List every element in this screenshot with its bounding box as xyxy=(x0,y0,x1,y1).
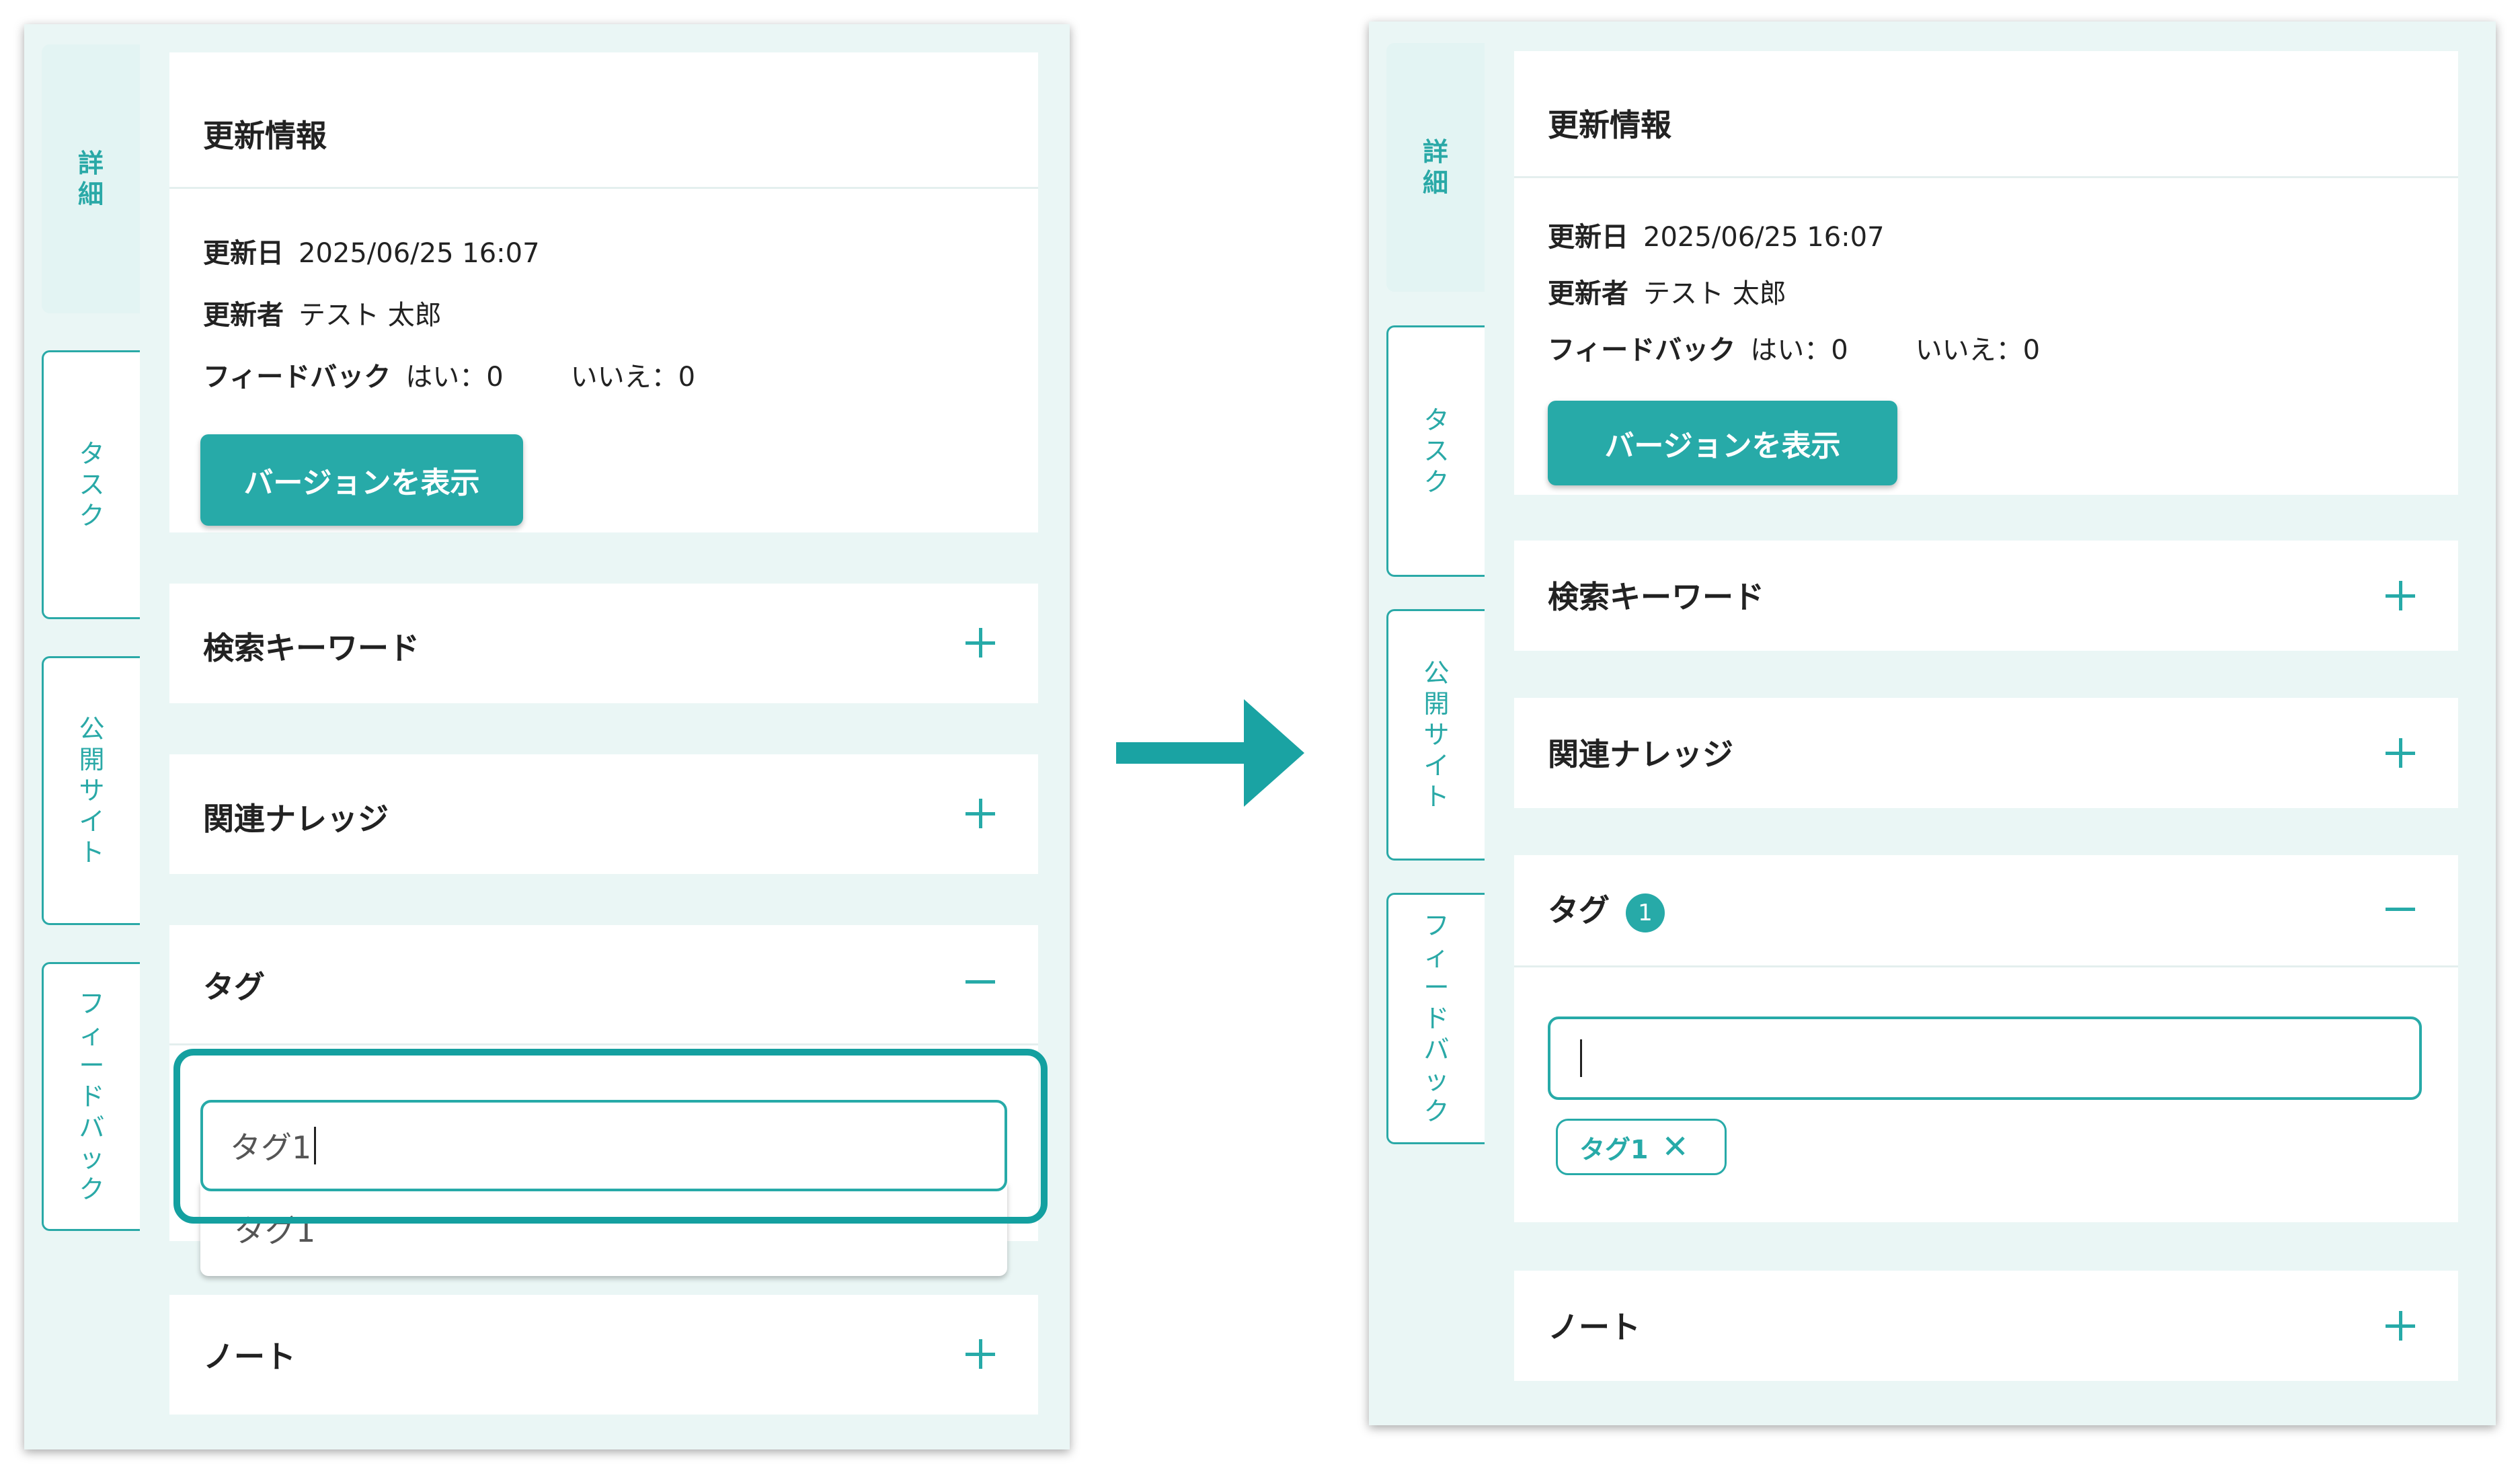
update-date-row: 更新日 2025/06/25 16:07 xyxy=(203,231,540,270)
close-icon[interactable]: ✕ xyxy=(1661,1128,1688,1166)
tags-section: タグ 1 タグ1 ✕ xyxy=(1514,855,2458,1222)
tab-public-site-label: 公 開 サ イ ト xyxy=(1423,658,1450,811)
update-author-label: 更新者 xyxy=(203,300,284,331)
feedback-row: フィードバック はい：0 いいえ：0 xyxy=(1548,328,2040,367)
tab-feedback[interactable]: フ ィ ー ド バ ッ ク xyxy=(1386,893,1485,1144)
keywords-label: 検索キーワード xyxy=(1548,579,1764,615)
tag-count-badge: 1 xyxy=(1626,893,1665,932)
update-author-row: 更新者 テスト 太郎 xyxy=(203,293,442,332)
tags-label: タグ xyxy=(203,969,265,1005)
minus-icon[interactable] xyxy=(2386,894,2415,924)
update-author-value: テスト 太郎 xyxy=(299,300,442,331)
related-label: 関連ナレッジ xyxy=(203,801,389,837)
plus-icon[interactable] xyxy=(966,1339,995,1369)
tab-detail[interactable]: 詳 細 xyxy=(1386,43,1485,292)
tab-public-site[interactable]: 公 開 サ イ ト xyxy=(1386,609,1485,861)
tab-feedback[interactable]: フ ィ ー ド バ ッ ク xyxy=(42,962,140,1231)
arrow-right-icon xyxy=(1116,699,1304,807)
update-author-row: 更新者 テスト 太郎 xyxy=(1548,272,1786,311)
tab-task[interactable]: タ ス ク xyxy=(42,350,140,619)
feedback-row: フィードバック はい：0 いいえ：0 xyxy=(203,355,695,394)
plus-icon[interactable] xyxy=(2386,1311,2415,1341)
divider xyxy=(1514,965,2458,967)
tab-feedback-label: フ ィ ー ド バ ッ ク xyxy=(79,989,105,1204)
update-date-label: 更新日 xyxy=(203,238,284,269)
tab-detail-label: 詳 細 xyxy=(77,149,104,209)
tab-public-site-label: 公 開 サ イ ト xyxy=(79,714,105,867)
update-info-title: 更新情報 xyxy=(203,118,327,154)
tag-input[interactable] xyxy=(1548,1017,2422,1100)
keywords-section[interactable]: 検索キーワード xyxy=(1514,541,2458,651)
tag-input[interactable]: タグ1 xyxy=(200,1100,1007,1191)
tag-chip-label: タグ1 xyxy=(1579,1134,1649,1164)
related-label: 関連ナレッジ xyxy=(1548,736,1733,772)
update-date-value: 2025/06/25 16:07 xyxy=(1643,222,1885,253)
update-info-card: 更新情報 更新日 2025/06/25 16:07 更新者 テスト 太郎 フィードバ… xyxy=(169,52,1038,532)
update-info-card: 更新情報 更新日 2025/06/25 16:07 更新者 テスト 太郎 フィードバ… xyxy=(1514,51,2458,495)
tab-detail-label: 詳 細 xyxy=(1422,137,1448,198)
update-date-value: 2025/06/25 16:07 xyxy=(299,238,540,269)
divider xyxy=(169,187,1038,189)
panel-before: 詳 細 タ ス ク 公 開 サ イ ト フ ィ ー ド バ ッ ク 更新情報 更… xyxy=(24,24,1070,1449)
tab-feedback-label: フ ィ ー ド バ ッ ク xyxy=(1423,911,1450,1126)
note-section[interactable]: ノート xyxy=(1514,1271,2458,1381)
tag-input-value: タグ1 xyxy=(230,1129,312,1166)
keywords-section[interactable]: 検索キーワード xyxy=(169,584,1038,703)
tab-task-label: タ ス ク xyxy=(1423,405,1450,497)
feedback-label: フィードバック xyxy=(203,362,391,393)
plus-icon[interactable] xyxy=(966,628,995,658)
update-date-row: 更新日 2025/06/25 16:07 xyxy=(1548,215,1885,254)
show-version-button[interactable]: バージョンを表示 xyxy=(1548,401,1897,485)
feedback-yes: はい：0 xyxy=(1750,335,1848,366)
keywords-label: 検索キーワード xyxy=(203,630,420,666)
plus-icon[interactable] xyxy=(2386,738,2415,768)
panel-after: 詳 細 タ ス ク 公 開 サ イ ト フ ィ ー ド バ ッ ク 更新情報 更… xyxy=(1369,22,2496,1425)
tags-label: タグ 1 xyxy=(1548,886,1665,932)
related-section[interactable]: 関連ナレッジ xyxy=(169,754,1038,874)
feedback-label: フィードバック xyxy=(1548,335,1736,366)
text-caret xyxy=(314,1127,317,1164)
plus-icon[interactable] xyxy=(2386,581,2415,610)
feedback-no: いいえ：0 xyxy=(570,362,696,393)
tab-task-label: タ ス ク xyxy=(79,439,105,530)
feedback-yes: はい：0 xyxy=(405,362,504,393)
note-section[interactable]: ノート xyxy=(169,1295,1038,1415)
tag-chip: タグ1 ✕ xyxy=(1556,1119,1727,1175)
feedback-no: いいえ：0 xyxy=(1915,335,2041,366)
tab-task[interactable]: タ ス ク xyxy=(1386,325,1485,577)
plus-icon[interactable] xyxy=(966,799,995,828)
divider xyxy=(1514,176,2458,178)
note-label: ノート xyxy=(1548,1309,1641,1345)
minus-icon[interactable] xyxy=(966,967,995,996)
update-author-value: テスト 太郎 xyxy=(1643,278,1786,309)
update-author-label: 更新者 xyxy=(1548,278,1628,309)
show-version-button[interactable]: バージョンを表示 xyxy=(200,434,523,526)
tags-label-text: タグ xyxy=(1548,892,1610,928)
update-date-label: 更新日 xyxy=(1548,222,1628,253)
update-info-title: 更新情報 xyxy=(1548,107,1671,143)
related-section[interactable]: 関連ナレッジ xyxy=(1514,698,2458,808)
text-caret xyxy=(1580,1039,1582,1077)
note-label: ノート xyxy=(203,1339,296,1375)
divider xyxy=(169,1043,1038,1045)
tab-detail[interactable]: 詳 細 xyxy=(42,44,140,313)
tab-public-site[interactable]: 公 開 サ イ ト xyxy=(42,656,140,925)
